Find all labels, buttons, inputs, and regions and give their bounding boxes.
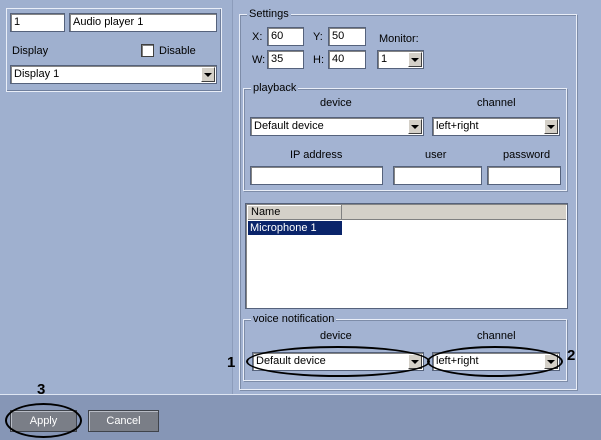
h-label: H: (313, 54, 324, 66)
display-select-value: Display 1 (14, 68, 60, 80)
voice-device-value: Default device (256, 355, 326, 367)
list-item[interactable]: Microphone 1 (248, 221, 342, 235)
playback-device-select[interactable]: Default device (250, 117, 424, 136)
chevron-down-icon[interactable] (408, 52, 422, 67)
voice-channel-value: left+right (436, 355, 479, 367)
object-panel: 1 Audio player 1 Display Disable Display… (6, 8, 222, 92)
voice-notification-legend: voice notification (251, 313, 337, 326)
x-label: X: (252, 31, 263, 43)
ip-address-field[interactable] (250, 166, 383, 185)
chevron-down-icon[interactable] (544, 354, 558, 369)
chevron-down-icon[interactable] (544, 119, 558, 134)
chevron-down-icon[interactable] (408, 119, 422, 134)
apply-button[interactable]: Apply (10, 410, 77, 432)
settings-pane: Settings X: 60 Y: 50 Monitor: W: 35 H: 4… (232, 0, 601, 394)
playback-legend: playback (251, 82, 299, 95)
microphone-list[interactable]: Name Microphone 1 (245, 203, 568, 309)
annotation-number-1: 1 (227, 354, 236, 371)
monitor-select[interactable]: 1 (377, 50, 424, 69)
playback-channel-value: left+right (436, 120, 479, 132)
playback-channel-header: channel (477, 97, 516, 109)
voice-channel-select[interactable]: left+right (432, 352, 560, 371)
annotation-number-2: 2 (567, 347, 576, 364)
playback-channel-select[interactable]: left+right (432, 117, 560, 136)
monitor-select-value: 1 (381, 53, 388, 65)
voice-channel-header: channel (477, 330, 516, 342)
w-label: W: (252, 54, 266, 66)
y-field[interactable]: 50 (328, 27, 366, 46)
password-label: password (503, 149, 551, 161)
settings-legend: Settings (247, 8, 291, 21)
playback-device-value: Default device (254, 120, 324, 132)
monitor-label: Monitor: (379, 33, 419, 45)
w-field[interactable]: 35 (267, 50, 304, 69)
cancel-button[interactable]: Cancel (88, 410, 159, 432)
voice-device-select[interactable]: Default device (252, 352, 424, 371)
x-field[interactable]: 60 (267, 27, 304, 46)
object-id-field[interactable]: 1 (10, 13, 65, 32)
disable-label: Disable (159, 45, 196, 57)
list-header: Name (247, 205, 566, 220)
chevron-down-icon[interactable] (201, 67, 215, 82)
user-field[interactable] (393, 166, 482, 185)
voice-notification-group: voice notification (243, 313, 567, 381)
password-field[interactable] (487, 166, 561, 185)
display-label: Display (12, 45, 49, 57)
ip-address-label: IP address (290, 149, 343, 161)
column-header-name[interactable]: Name (247, 205, 342, 220)
user-label: user (425, 149, 447, 161)
playback-device-header: device (320, 97, 352, 109)
h-field[interactable]: 40 (328, 50, 366, 69)
annotation-number-3: 3 (37, 381, 46, 398)
chevron-down-icon[interactable] (408, 354, 422, 369)
voice-device-header: device (320, 330, 352, 342)
object-name-field[interactable]: Audio player 1 (69, 13, 217, 32)
disable-checkbox[interactable] (141, 44, 154, 57)
y-label: Y: (313, 31, 323, 43)
display-select[interactable]: Display 1 (10, 65, 217, 84)
